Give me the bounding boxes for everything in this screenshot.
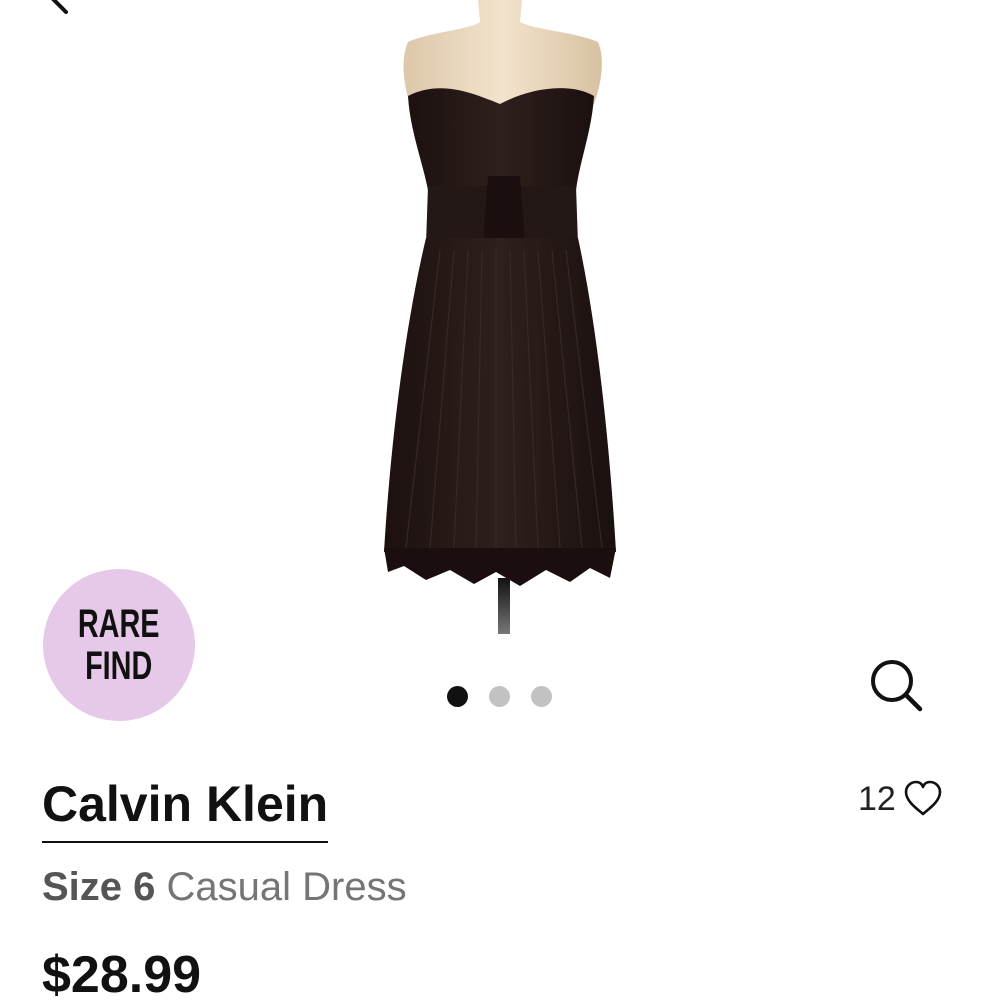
favorite-button[interactable]: 12 (858, 778, 944, 820)
carousel-dot-1[interactable] (447, 686, 468, 707)
product-image[interactable] (370, 0, 630, 640)
price: $28.99 (42, 946, 202, 1000)
badge-line-1: RARE (78, 602, 160, 646)
chevron-left-icon[interactable] (40, 0, 80, 18)
category-label: Casual Dress (166, 865, 407, 909)
carousel-dot-3[interactable] (531, 686, 552, 707)
heart-outline-icon[interactable] (902, 778, 944, 820)
carousel-dot-2[interactable] (489, 686, 510, 707)
search-icon[interactable] (866, 655, 926, 715)
brand-link[interactable]: Calvin Klein (42, 775, 329, 843)
badge-line-2: FIND (85, 644, 153, 688)
size-label: Size 6 (42, 865, 156, 909)
favorite-count: 12 (858, 779, 896, 818)
product-subtitle: Size 6 Casual Dress (42, 862, 407, 912)
rare-find-badge: RARE FIND (43, 569, 195, 721)
product-page: RARE FIND Calvin Klein 12 Size 6 Casual … (0, 0, 1000, 1000)
carousel-indicator (447, 686, 552, 707)
